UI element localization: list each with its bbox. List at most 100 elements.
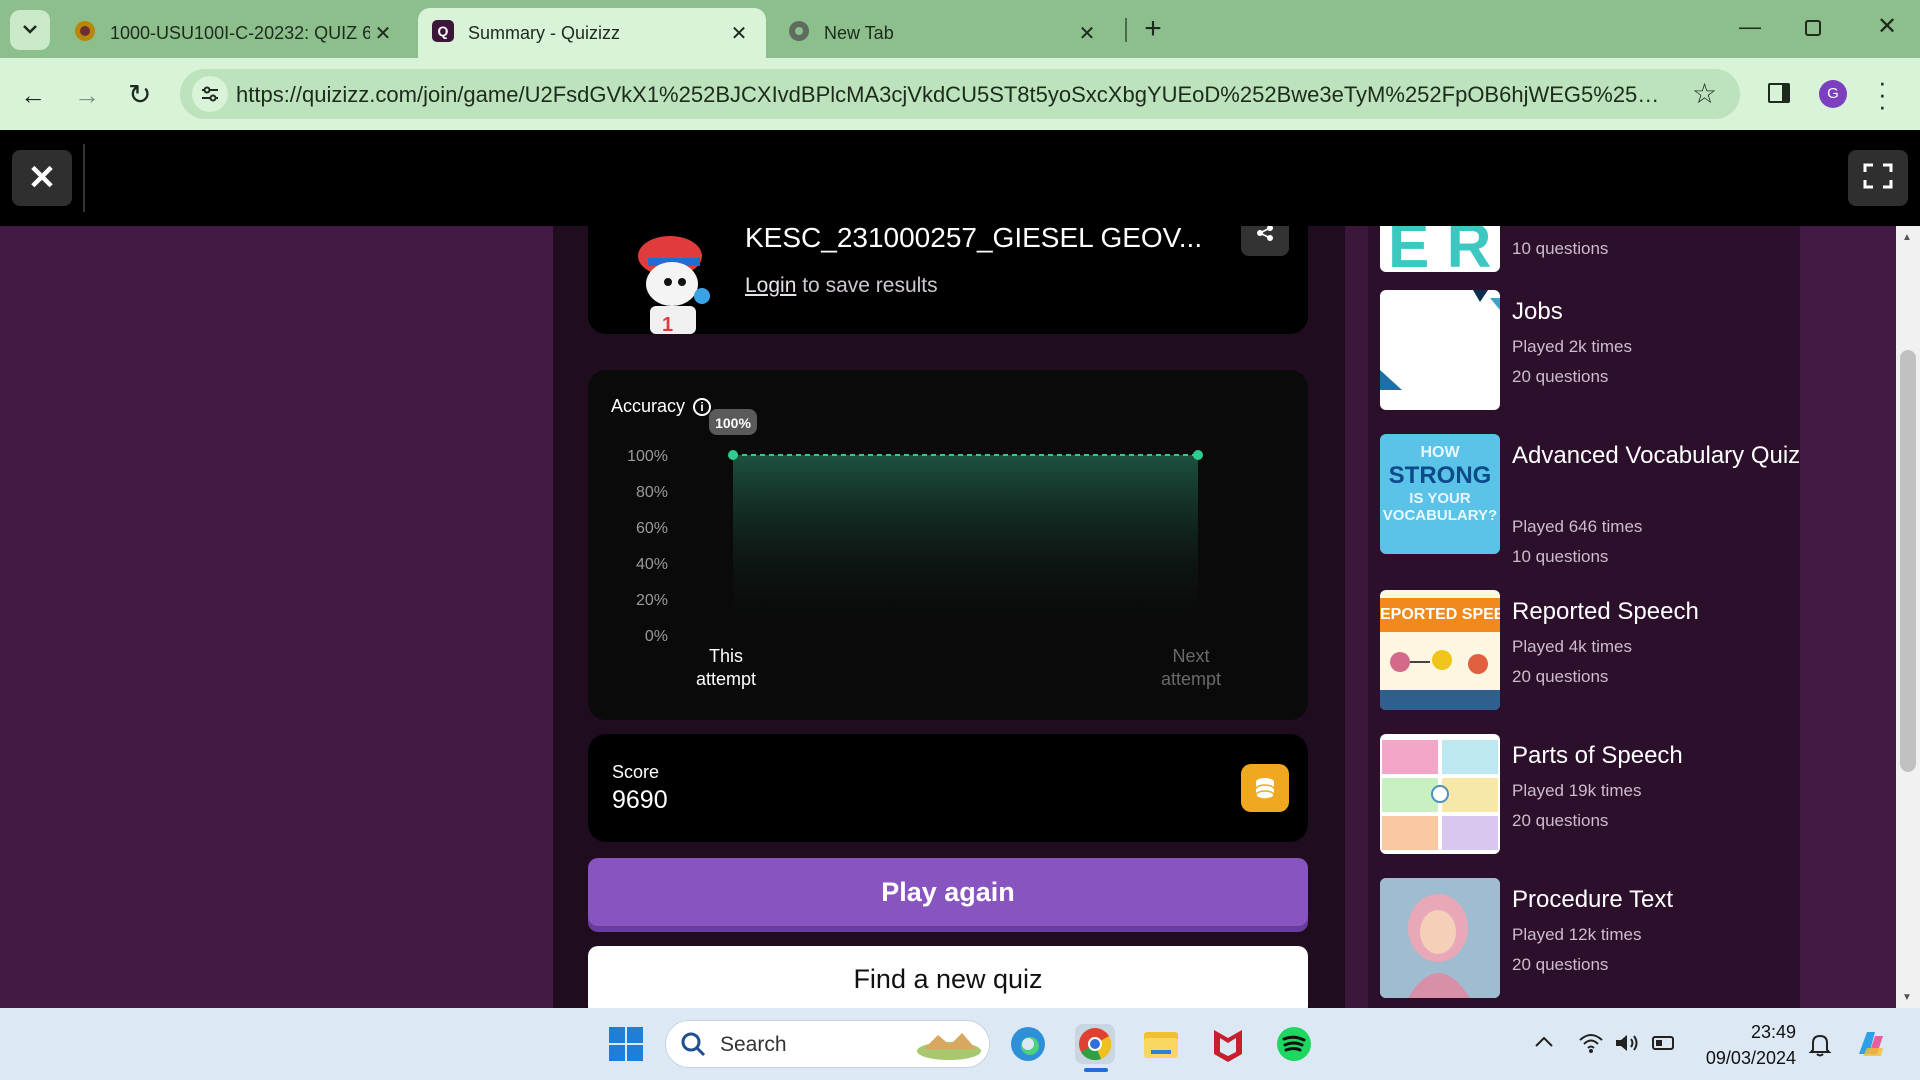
svg-text:E R: E R: [1388, 226, 1491, 272]
quiz-card[interactable]: Parts of Speech Played 19k times 20 ques…: [1380, 734, 1800, 854]
back-button[interactable]: ←: [20, 80, 46, 111]
close-icon[interactable]: ✕: [370, 21, 396, 46]
side-panel-icon[interactable]: [1768, 83, 1790, 103]
site-info-icon[interactable]: [192, 76, 228, 112]
quiz-played: Played 4k times: [1512, 637, 1632, 656]
score-card: Score 9690: [588, 734, 1308, 842]
tab-search-button[interactable]: [10, 10, 50, 50]
tab-title: New Tab: [824, 22, 894, 43]
address-bar[interactable]: https://quizizz.com/join/game/U2FsdGVkX1…: [180, 69, 1740, 119]
quiz-card[interactable]: HOW STRONG IS YOUR VOCABULARY? Advanced …: [1380, 434, 1801, 566]
quiz-thumbnail: HOW STRONG IS YOUR VOCABULARY?: [1380, 434, 1500, 554]
chrome-browser-icon[interactable]: [1075, 1024, 1115, 1064]
chevron-down-icon: [22, 21, 38, 39]
find-new-quiz-button[interactable]: Find a new quiz: [588, 946, 1308, 1008]
quiz-thumbnail: EPORTED SPEEC: [1380, 590, 1500, 710]
player-name: KESC_231000257_GIESEL GEOV...: [745, 226, 1203, 253]
file-explorer-icon[interactable]: [1141, 1024, 1181, 1064]
bar-divider: [83, 144, 85, 212]
thumb-text: EPORTED SPEEC: [1380, 598, 1500, 632]
quiz-card[interactable]: E R 10 questions: [1380, 226, 1800, 272]
profile-avatar[interactable]: G: [1819, 80, 1847, 108]
tab-title: Summary - Quizizz: [468, 22, 621, 43]
quiz-thumbnail: [1380, 290, 1500, 410]
close-quiz-button[interactable]: ✕: [12, 150, 72, 206]
restore-button[interactable]: [1805, 20, 1821, 36]
search-highlight-icon: [914, 1029, 984, 1066]
battery-icon[interactable]: [1652, 1036, 1674, 1050]
clock-time[interactable]: 23:49: [1750, 1022, 1796, 1043]
bookmark-star-icon[interactable]: ☆: [1692, 77, 1717, 110]
x-axis-label: attempt: [1161, 669, 1221, 689]
clock-date[interactable]: 09/03/2024: [1700, 1048, 1796, 1069]
close-icon: ✕: [27, 159, 57, 197]
svg-text:1: 1: [662, 314, 673, 334]
quizizz-favicon-icon: Q: [432, 19, 454, 47]
player-avatar: 1: [628, 226, 718, 336]
quiz-questions: 10 questions: [1512, 547, 1609, 566]
close-icon[interactable]: ✕: [1074, 21, 1100, 46]
quiz-title: Parts of Speech: [1512, 742, 1683, 769]
accuracy-point[interactable]: [1193, 450, 1203, 460]
close-icon[interactable]: ✕: [726, 21, 752, 46]
accuracy-area: [733, 455, 1198, 635]
accuracy-chart: 100% 80% 60% 40% 20% 0% 100% This attempt Next a…: [627, 409, 1221, 689]
thumb-text: STRONG: [1388, 462, 1492, 489]
minimize-button[interactable]: —: [1735, 14, 1765, 44]
y-tick-label: 60%: [636, 520, 668, 537]
scroll-up-arrow[interactable]: ▲: [1902, 232, 1912, 243]
quiz-questions: 20 questions: [1512, 667, 1609, 686]
quiz-played: Played 646 times: [1512, 517, 1643, 536]
scroll-down-arrow[interactable]: ▼: [1902, 992, 1912, 1003]
edge-browser-icon[interactable]: [1008, 1024, 1048, 1064]
windows-start-icon[interactable]: [606, 1024, 646, 1064]
thumb-text: IS YOUR: [1409, 490, 1471, 507]
recommended-panel: E R 10 questions Jobs Played 2k times 20…: [1345, 226, 1800, 1008]
mcafee-icon[interactable]: [1208, 1024, 1248, 1064]
windows-taskbar: Search 23:49 09/03/2024: [0, 1008, 1920, 1080]
summary-column: 1 KESC_231000257_GIESEL GEOV... Login to…: [553, 226, 1345, 1008]
window-close-button[interactable]: ✕: [1872, 12, 1902, 42]
quiz-title: Advanced Vocabulary Quiz: [1512, 442, 1801, 469]
show-hidden-icons-chevron-icon[interactable]: [1534, 1034, 1554, 1053]
search-placeholder: Search: [720, 1033, 787, 1056]
wifi-icon[interactable]: [1578, 1032, 1604, 1059]
quiz-played: Played 19k times: [1512, 781, 1642, 800]
quiz-top-bar: ✕: [0, 130, 1920, 226]
login-suffix: to save results: [796, 274, 938, 297]
y-tick-label: 0%: [645, 628, 668, 645]
notification-bell-icon[interactable]: [1808, 1032, 1832, 1063]
login-line: Login to save results: [745, 274, 938, 298]
volume-icon[interactable]: [1614, 1032, 1640, 1059]
quiz-card[interactable]: Procedure Text Played 12k times 20 quest…: [1380, 878, 1800, 998]
tab-summary-quizizz[interactable]: Q Summary - Quizizz ✕: [418, 8, 766, 58]
new-tab-button[interactable]: +: [1138, 12, 1168, 48]
fullscreen-button[interactable]: [1848, 150, 1908, 206]
spotify-icon[interactable]: [1274, 1024, 1314, 1064]
player-card: 1 KESC_231000257_GIESEL GEOV... Login to…: [588, 226, 1308, 336]
forward-button[interactable]: →: [74, 80, 100, 111]
tab-quiz6[interactable]: 1000-USU100I-C-20232: QUIZ 6 ✕: [60, 8, 410, 58]
tab-new-tab[interactable]: New Tab ✕: [774, 8, 1114, 58]
reload-button[interactable]: ↻: [128, 78, 151, 111]
page-scrollbar[interactable]: ▲ ▼: [1896, 226, 1920, 1008]
quiz-played: Played 12k times: [1512, 925, 1642, 944]
scroll-thumb[interactable]: [1900, 350, 1916, 772]
browser-menu-icon[interactable]: · · ·: [1878, 69, 1887, 119]
url-text[interactable]: https://quizizz.com/join/game/U2FsdGVkX1…: [236, 82, 1666, 108]
score-label: Score: [612, 762, 660, 782]
play-again-button[interactable]: Play again: [588, 858, 1308, 926]
copilot-icon[interactable]: [1853, 1026, 1889, 1067]
quiz-card[interactable]: Jobs Played 2k times 20 questions: [1380, 290, 1800, 410]
tab-title: 1000-USU100I-C-20232: QUIZ 6: [110, 22, 370, 43]
accuracy-point[interactable]: [728, 450, 738, 460]
quiz-card[interactable]: EPORTED SPEEC Reported Speech Played 4k …: [1380, 590, 1800, 710]
share-button[interactable]: [1241, 226, 1289, 256]
login-link[interactable]: Login: [745, 274, 796, 297]
x-axis-label: attempt: [696, 669, 756, 689]
y-tick-label: 100%: [627, 448, 668, 465]
tab-divider: [1125, 18, 1127, 42]
fullscreen-icon: [1863, 163, 1893, 194]
taskbar-search-box[interactable]: Search: [665, 1020, 990, 1068]
quiz-title: Jobs: [1512, 298, 1563, 325]
